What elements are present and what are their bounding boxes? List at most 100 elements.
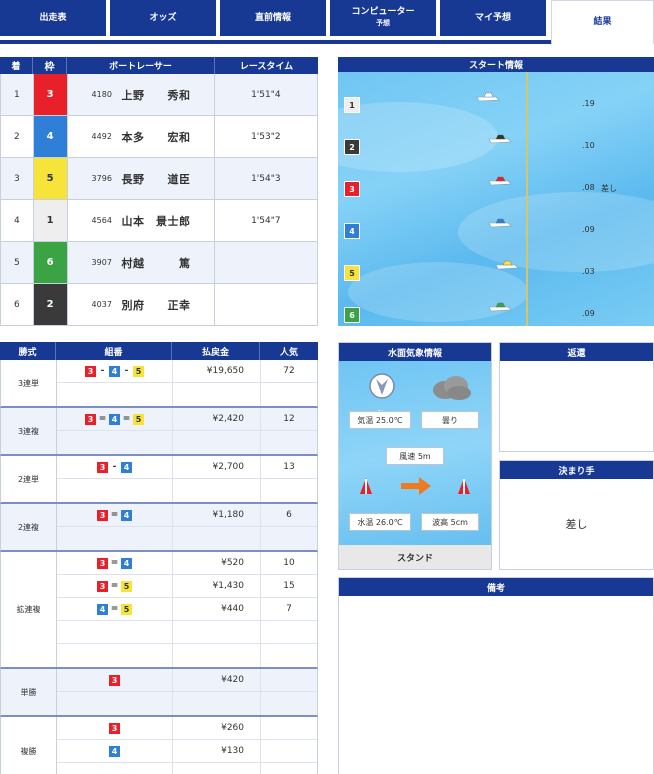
wind-speed: 風速 5m (386, 447, 444, 465)
tab-3[interactable]: コンピューター 予想 (330, 0, 436, 36)
payout-amount: ¥520 (173, 552, 261, 574)
wave-height: 波高 5cm (421, 513, 479, 531)
combo-cell (57, 692, 173, 715)
start-info-title: スタート情報 (338, 57, 654, 72)
lane-number: 5 (344, 265, 360, 281)
result-rank: 4 (1, 200, 34, 241)
boat-icon (488, 218, 512, 228)
combo-cell: 3 = 4 (57, 504, 173, 526)
combo-separator: = (110, 604, 119, 614)
winning-technique-panel: 決まり手 差し (499, 460, 654, 570)
wave-highlight (348, 262, 528, 322)
combo-frame-chip: 4 (109, 413, 120, 425)
racer-regno: 4037 (91, 300, 112, 309)
result-row: 1 3 4180 上野 秀和 1'51"4 (0, 74, 318, 116)
buoy-icon (360, 478, 372, 494)
racer-name[interactable]: 上野 秀和 (122, 87, 191, 103)
popularity: 10 (283, 558, 295, 568)
payout-group: 複勝 3 ¥260 4 ¥130 (0, 717, 318, 774)
winning-technique-value: 差し (565, 518, 588, 531)
racer-cell: 4180 上野 秀和 (68, 74, 215, 115)
weather-title: 水面気象情報 (339, 343, 491, 361)
frame-number: 3 (33, 74, 68, 115)
weather-condition: 曇り (421, 411, 479, 429)
racer-name[interactable]: 長野 道臣 (122, 171, 191, 187)
start-timing: .10 (582, 141, 595, 150)
combo-separator: - (124, 366, 129, 376)
payout-amount: ¥130 (173, 740, 261, 762)
tab-label: コンピューター (351, 7, 415, 17)
nav-tabs: 出走表 オッズ 直前情報 コンピューター 予想 マイ予想 結果 (0, 0, 654, 44)
payout-amount (173, 431, 261, 454)
payout-line: 3 = 4 = 5 ¥2,420 12 (57, 408, 317, 431)
payout-line: 3 = 4 ¥520 10 (57, 552, 317, 575)
popularity (261, 692, 317, 715)
wave-highlight (458, 192, 654, 272)
winning-technique-title: 決まり手 (500, 461, 653, 479)
water-surface: 1 .19 2 .10 3 .08 差し 4 .09 5 .03 6 .09 (338, 72, 654, 326)
racer-name[interactable]: 本多 宏和 (122, 129, 191, 145)
payout-line (57, 479, 317, 502)
payout-group: 拡連複 3 = 4 ¥520 10 3 = 5 ¥1,430 15 4 = 5 ¥440 7 (0, 552, 318, 669)
popularity (261, 431, 317, 454)
combo-cell: 3 = 4 (57, 552, 173, 574)
result-rank: 6 (1, 284, 34, 325)
payout-amount: ¥2,420 (173, 408, 261, 430)
result-row: 2 4 4492 本多 宏和 1'53"2 (0, 116, 318, 158)
results-table: 着 枠 ボートレーサー レースタイム 1 3 4180 上野 秀和 1'51"4 2 4 44… (0, 57, 318, 326)
race-time: 1'53"2 (251, 131, 281, 142)
payout-group: 3連単 3-4-5 ¥19,650 72 (0, 360, 318, 408)
payout-amount (173, 692, 261, 715)
combo-separator: = (110, 510, 119, 520)
payout-line: 3 ¥260 (57, 717, 317, 740)
payout-amount (173, 479, 261, 502)
race-time: 1'54"3 (251, 173, 281, 184)
start-info-panel: スタート情報 1 .19 2 .10 3 .08 差し 4 .09 5 .03 6 .09 (338, 57, 654, 326)
weather-body: N 気温 25.0℃ 曇り 風速 5m 水温 26.0℃ 波高 5cm (339, 361, 491, 545)
lane-number: 2 (344, 139, 360, 155)
payout-amount (173, 527, 261, 550)
combo-frame-chip: 5 (133, 365, 144, 377)
tab-4[interactable]: マイ予想 (440, 0, 546, 36)
header-amount: 払戻金 (172, 342, 260, 360)
tab-sublabel: 予想 (376, 19, 390, 27)
payout-line: 3-4 ¥2,700 13 (57, 456, 317, 479)
tab-label: 結果 (593, 17, 612, 27)
header-popularity: 人気 (260, 342, 318, 360)
popularity (261, 479, 317, 502)
results-rows: 1 3 4180 上野 秀和 1'51"4 2 4 4492 本多 宏和 1'53"2 3 5 3796… (0, 74, 318, 326)
result-rank: 2 (1, 116, 34, 157)
lane-number: 1 (344, 97, 360, 113)
combo-separator: = (110, 581, 119, 591)
weather-panel: 水面気象情報 N 気温 25.0℃ 曇り 風速 5m 水温 26.0℃ 波高 5… (338, 342, 492, 570)
payout-group: 2連複 3 = 4 ¥1,180 6 (0, 504, 318, 552)
combo-cell (57, 431, 173, 454)
combo-frame-chip: 3 (109, 722, 120, 734)
tab-1[interactable]: オッズ (110, 0, 216, 36)
boat-icon (488, 302, 512, 312)
popularity (261, 740, 317, 762)
combo-separator: - (100, 366, 105, 376)
header-frame: 枠 (33, 57, 67, 74)
refund-title: 返還 (500, 343, 653, 361)
tab-2[interactable]: 直前情報 (220, 0, 326, 36)
payout-group: 2連単 3-4 ¥2,700 13 (0, 456, 318, 504)
popularity: 13 (283, 462, 295, 472)
payout-amount (173, 383, 261, 406)
racer-name[interactable]: 山本 景士郎 (122, 213, 191, 229)
combo-cell: 3-4 (57, 456, 173, 478)
combo-frame-chip: 5 (133, 413, 144, 425)
payout-group: 単勝 3 ¥420 (0, 669, 318, 717)
payout-line (57, 763, 317, 774)
payout-group: 3連複 3 = 4 = 5 ¥2,420 12 (0, 408, 318, 456)
results-header: 着 枠 ボートレーサー レースタイム (0, 57, 318, 74)
frame-number: 5 (33, 158, 68, 199)
tab-5[interactable]: 結果 (551, 0, 654, 44)
payout-line: 4 ¥130 (57, 740, 317, 763)
bet-type: 3連単 (1, 360, 57, 406)
racer-name[interactable]: 別府 正幸 (122, 297, 191, 313)
payout-amount: ¥440 (173, 598, 261, 620)
tab-0[interactable]: 出走表 (0, 0, 106, 36)
payout-line: 4 = 5 ¥440 7 (57, 598, 317, 621)
racer-name[interactable]: 村越 篤 (122, 255, 191, 271)
